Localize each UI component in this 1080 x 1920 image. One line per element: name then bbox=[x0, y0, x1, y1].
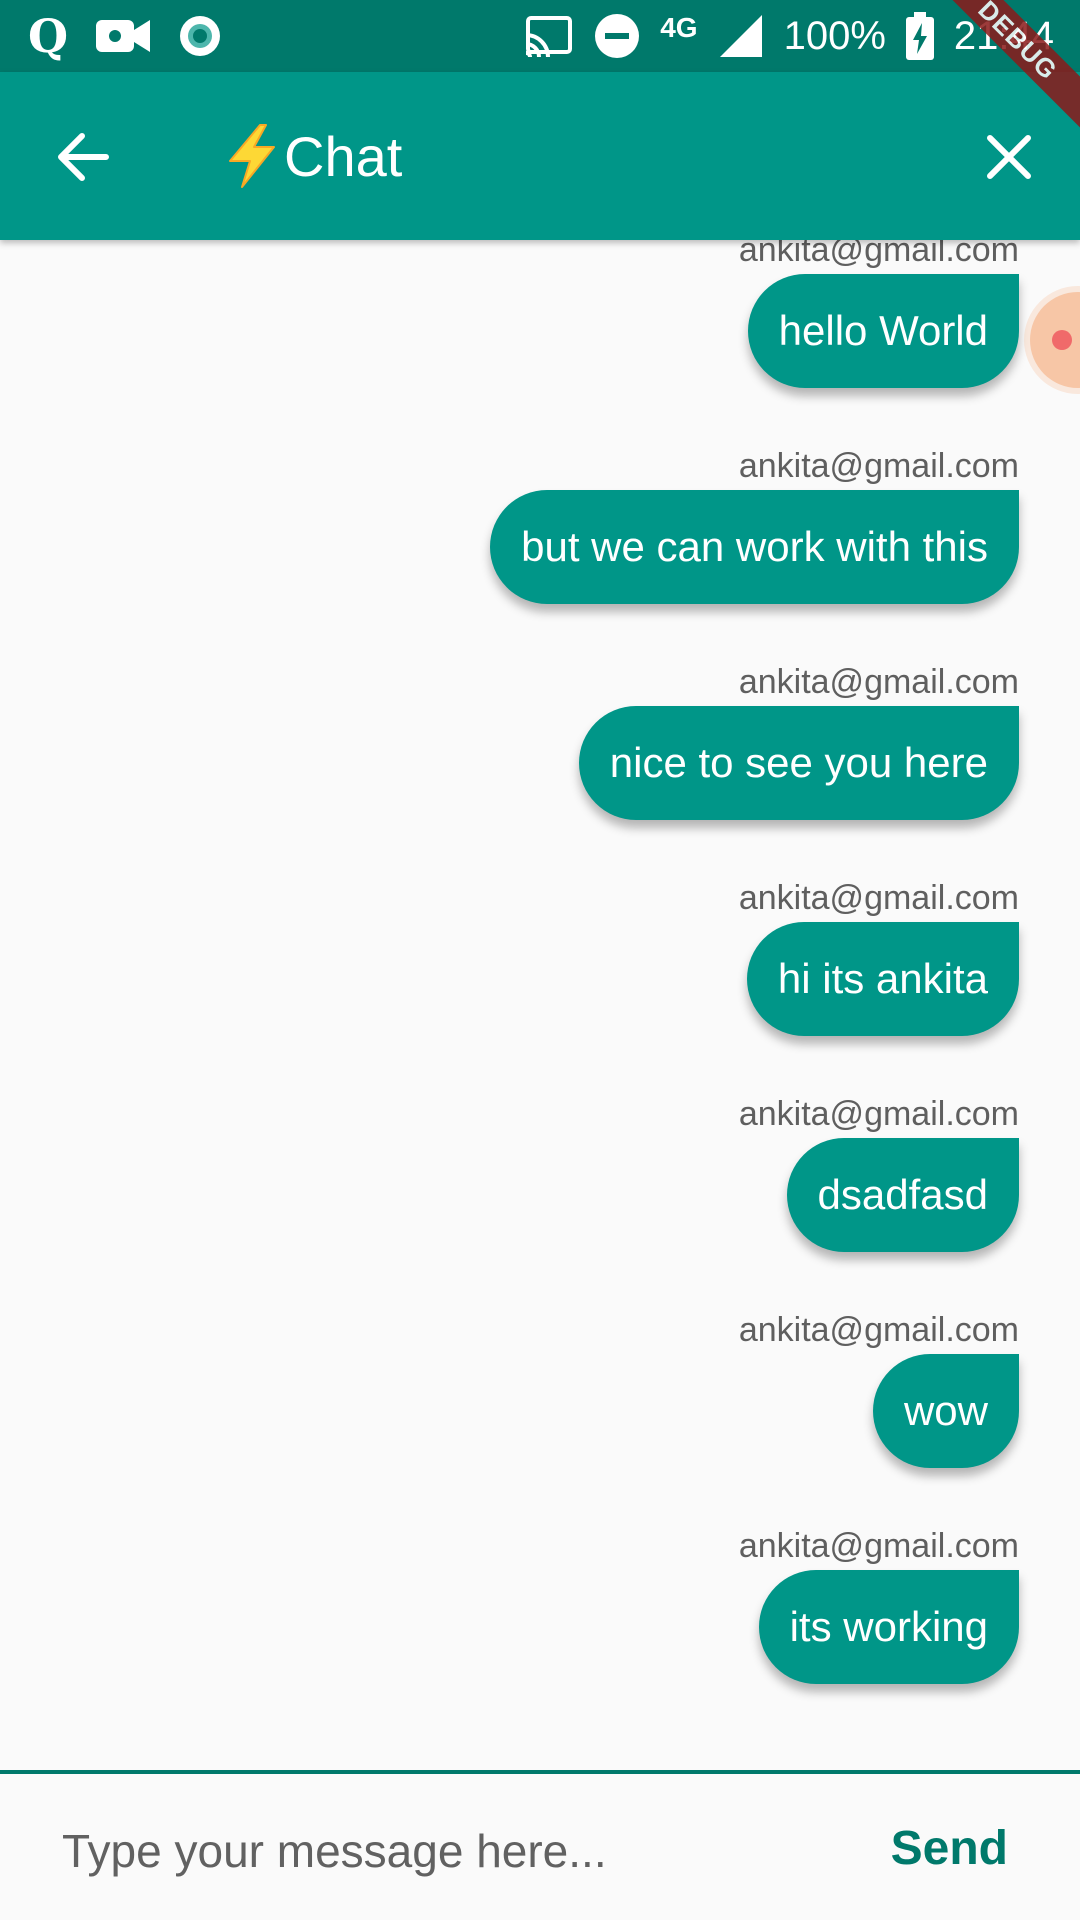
close-icon[interactable] bbox=[974, 122, 1044, 192]
q-app-icon: Q bbox=[28, 9, 69, 63]
message-input[interactable] bbox=[60, 1810, 824, 1892]
message-bubble[interactable]: dsadfasd bbox=[786, 1138, 1019, 1252]
message-sender: ankita@gmail.com bbox=[738, 447, 1019, 485]
status-bar: Q 4G 100% DEBUG bbox=[0, 0, 1080, 138]
cast-icon bbox=[525, 16, 573, 57]
arrow-back-icon[interactable] bbox=[48, 122, 118, 192]
record-icon bbox=[180, 16, 221, 56]
battery-percent: 100% bbox=[783, 14, 886, 58]
message-item: ankita@gmail.com nice to see you here bbox=[578, 662, 1019, 820]
message-item: ankita@gmail.com wow bbox=[739, 1310, 1019, 1468]
app-bar: Chat bbox=[0, 72, 1080, 240]
message-sender: ankita@gmail.com bbox=[738, 663, 1019, 701]
message-sender: ankita@gmail.com bbox=[738, 240, 1019, 269]
page-title-text: Chat bbox=[284, 124, 403, 188]
message-sender: ankita@gmail.com bbox=[738, 1527, 1019, 1565]
page-title: Chat bbox=[222, 120, 402, 192]
message-item: ankita@gmail.com dsadfasd bbox=[739, 1094, 1019, 1252]
battery-charging-icon bbox=[905, 12, 934, 60]
message-item: ankita@gmail.com hi its ankita bbox=[739, 878, 1019, 1036]
message-sender: ankita@gmail.com bbox=[738, 879, 1019, 917]
network-type: 4G bbox=[660, 12, 698, 43]
message-item: ankita@gmail.com its working bbox=[739, 1526, 1019, 1684]
message-list[interactable]: ankita@gmail.com hello World ankita@gmai… bbox=[0, 240, 1080, 1770]
message-bubble[interactable]: hello World bbox=[747, 274, 1019, 388]
message-composer: Send bbox=[0, 1770, 1080, 1920]
record-dot-icon bbox=[1052, 330, 1072, 350]
message-sender: ankita@gmail.com bbox=[738, 1311, 1019, 1349]
message-sender: ankita@gmail.com bbox=[738, 1095, 1019, 1133]
message-bubble[interactable]: nice to see you here bbox=[578, 706, 1019, 820]
message-bubble[interactable]: wow bbox=[872, 1354, 1019, 1468]
message-bubble[interactable]: hi its ankita bbox=[746, 922, 1019, 1036]
signal-icon bbox=[719, 15, 762, 57]
message-bubble[interactable]: its working bbox=[758, 1570, 1019, 1684]
message-bubble[interactable]: but we can work with this bbox=[490, 490, 1019, 604]
message-item: ankita@gmail.com but we can work with th… bbox=[490, 446, 1019, 604]
lightning-bolt-icon bbox=[229, 124, 275, 188]
message-item: ankita@gmail.com hello World bbox=[739, 240, 1019, 388]
video-camera-icon bbox=[96, 20, 151, 52]
send-button[interactable]: Send bbox=[891, 1814, 1008, 1884]
do-not-disturb-icon bbox=[595, 14, 640, 58]
